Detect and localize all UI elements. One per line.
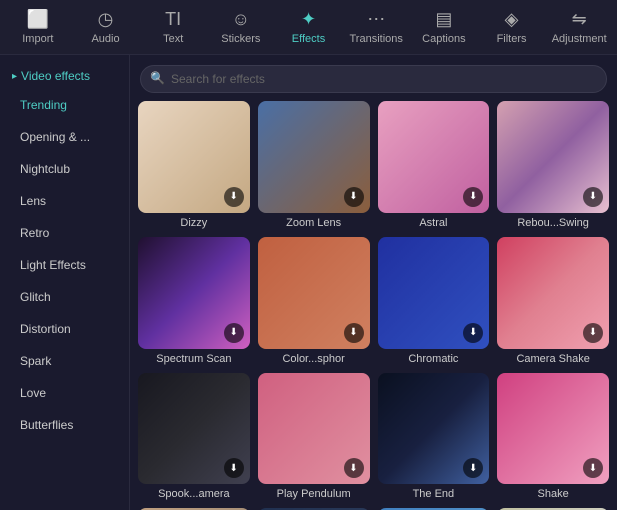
download-icon-spooky-camera[interactable]: ⬇ [224, 458, 244, 478]
grid-item-spectrum-scan[interactable]: ⬇ Spectrum Scan [138, 237, 250, 365]
toolbar-label-text: Text [163, 33, 183, 45]
grid-thumb-the-end: ⬇ [378, 373, 490, 485]
grid-label-zoom-lens: Zoom Lens [258, 217, 370, 229]
sidebar-item-trending[interactable]: Trending [4, 90, 125, 120]
toolbar: ⬜ Import ◷ Audio TI Text ☺ Stickers ✦ Ef… [0, 0, 617, 55]
sidebar-item-glitch[interactable]: Glitch [4, 282, 125, 312]
download-icon-spectrum-scan[interactable]: ⬇ [224, 323, 244, 343]
toolbar-label-effects: Effects [292, 33, 325, 45]
download-icon-colorsphere[interactable]: ⬇ [344, 323, 364, 343]
sidebar-item-nightclub[interactable]: Nightclub [4, 154, 125, 184]
grid-label-camera-shake: Camera Shake [497, 353, 609, 365]
captions-icon: ▤ [435, 9, 452, 30]
grid-thumb-rebound-swing: ⬇ [497, 101, 609, 213]
grid-label-astral: Astral [378, 217, 490, 229]
toolbar-item-import[interactable]: ⬜ Import [4, 2, 72, 52]
content-area: 🔍 ⬇ Dizzy ⬇ Zoom Lens ⬇ Astral [130, 55, 617, 510]
search-icon: 🔍 [150, 71, 165, 85]
toolbar-label-captions: Captions [422, 33, 465, 45]
filters-icon: ◈ [505, 9, 519, 30]
grid-label-chromatic: Chromatic [378, 353, 490, 365]
grid-item-shake[interactable]: ⬇ Shake [497, 373, 609, 501]
sidebar-item-distortion[interactable]: Distortion [4, 314, 125, 344]
grid-item-chromatic[interactable]: ⬇ Chromatic [378, 237, 490, 365]
download-icon-zoom-lens[interactable]: ⬇ [344, 187, 364, 207]
download-icon-rebound-swing[interactable]: ⬇ [583, 187, 603, 207]
toolbar-label-transitions: Transitions [350, 33, 403, 45]
download-icon-camera-shake[interactable]: ⬇ [583, 323, 603, 343]
toolbar-item-adjustment[interactable]: ⇋ Adjustment [545, 2, 613, 52]
toolbar-item-audio[interactable]: ◷ Audio [72, 2, 140, 52]
download-icon-dizzy[interactable]: ⬇ [224, 187, 244, 207]
import-icon: ⬜ [27, 9, 49, 30]
grid-thumb-spectrum-scan: ⬇ [138, 237, 250, 349]
transitions-icon: ⋯ [367, 9, 385, 30]
grid-item-camera-shake[interactable]: ⬇ Camera Shake [497, 237, 609, 365]
sidebar-item-retro[interactable]: Retro [4, 218, 125, 248]
grid-item-the-end[interactable]: ⬇ The End [378, 373, 490, 501]
toolbar-label-adjustment: Adjustment [552, 33, 607, 45]
grid-label-dizzy: Dizzy [138, 217, 250, 229]
grid-item-dizzy[interactable]: ⬇ Dizzy [138, 101, 250, 229]
grid-thumb-zoom-lens: ⬇ [258, 101, 370, 213]
grid-label-the-end: The End [378, 488, 490, 500]
toolbar-label-filters: Filters [497, 33, 527, 45]
sidebar-item-lens[interactable]: Lens [4, 186, 125, 216]
grid-thumb-astral: ⬇ [378, 101, 490, 213]
grid-thumb-chromatic: ⬇ [378, 237, 490, 349]
sidebar-item-light-effects[interactable]: Light Effects [4, 250, 125, 280]
text-icon: TI [165, 9, 181, 30]
download-icon-chromatic[interactable]: ⬇ [463, 323, 483, 343]
sidebar-header: Video effects [0, 63, 129, 89]
toolbar-item-text[interactable]: TI Text [139, 2, 207, 52]
download-icon-astral[interactable]: ⬇ [463, 187, 483, 207]
search-input[interactable] [140, 65, 607, 93]
effects-grid: ⬇ Dizzy ⬇ Zoom Lens ⬇ Astral ⬇ Rebou...S… [130, 101, 617, 510]
toolbar-item-stickers[interactable]: ☺ Stickers [207, 2, 275, 52]
grid-label-play-pendulum: Play Pendulum [258, 488, 370, 500]
sidebar-item-butterflies[interactable]: Butterflies [4, 410, 125, 440]
toolbar-item-effects[interactable]: ✦ Effects [275, 2, 343, 52]
sidebar: Video effects TrendingOpening & ...Night… [0, 55, 130, 510]
toolbar-item-transitions[interactable]: ⋯ Transitions [342, 2, 410, 52]
toolbar-label-stickers: Stickers [221, 33, 260, 45]
effects-icon: ✦ [301, 9, 316, 30]
toolbar-label-audio: Audio [91, 33, 119, 45]
sidebar-item-love[interactable]: Love [4, 378, 125, 408]
grid-label-spectrum-scan: Spectrum Scan [138, 353, 250, 365]
grid-label-spooky-camera: Spook...amera [138, 488, 250, 500]
sidebar-item-opening[interactable]: Opening & ... [4, 122, 125, 152]
sidebar-item-spark[interactable]: Spark [4, 346, 125, 376]
audio-icon: ◷ [98, 9, 114, 30]
grid-thumb-play-pendulum: ⬇ [258, 373, 370, 485]
grid-item-rebound-swing[interactable]: ⬇ Rebou...Swing [497, 101, 609, 229]
adjustment-icon: ⇋ [572, 9, 587, 30]
download-icon-play-pendulum[interactable]: ⬇ [344, 458, 364, 478]
grid-thumb-spooky-camera: ⬇ [138, 373, 250, 485]
grid-thumb-colorsphere: ⬇ [258, 237, 370, 349]
toolbar-label-import: Import [22, 33, 53, 45]
grid-label-shake: Shake [497, 488, 609, 500]
grid-item-zoom-lens[interactable]: ⬇ Zoom Lens [258, 101, 370, 229]
main-area: Video effects TrendingOpening & ...Night… [0, 55, 617, 510]
search-container: 🔍 [130, 55, 617, 101]
grid-item-play-pendulum[interactable]: ⬇ Play Pendulum [258, 373, 370, 501]
grid-item-spooky-camera[interactable]: ⬇ Spook...amera [138, 373, 250, 501]
grid-thumb-shake: ⬇ [497, 373, 609, 485]
grid-thumb-dizzy: ⬇ [138, 101, 250, 213]
toolbar-item-filters[interactable]: ◈ Filters [478, 2, 546, 52]
grid-item-astral[interactable]: ⬇ Astral [378, 101, 490, 229]
sidebar-header-label: Video effects [21, 69, 90, 83]
toolbar-item-captions[interactable]: ▤ Captions [410, 2, 478, 52]
grid-item-colorsphere[interactable]: ⬇ Color...sphor [258, 237, 370, 365]
grid-label-rebound-swing: Rebou...Swing [497, 217, 609, 229]
stickers-icon: ☺ [232, 9, 250, 30]
grid-label-colorsphere: Color...sphor [258, 353, 370, 365]
grid-thumb-camera-shake: ⬇ [497, 237, 609, 349]
